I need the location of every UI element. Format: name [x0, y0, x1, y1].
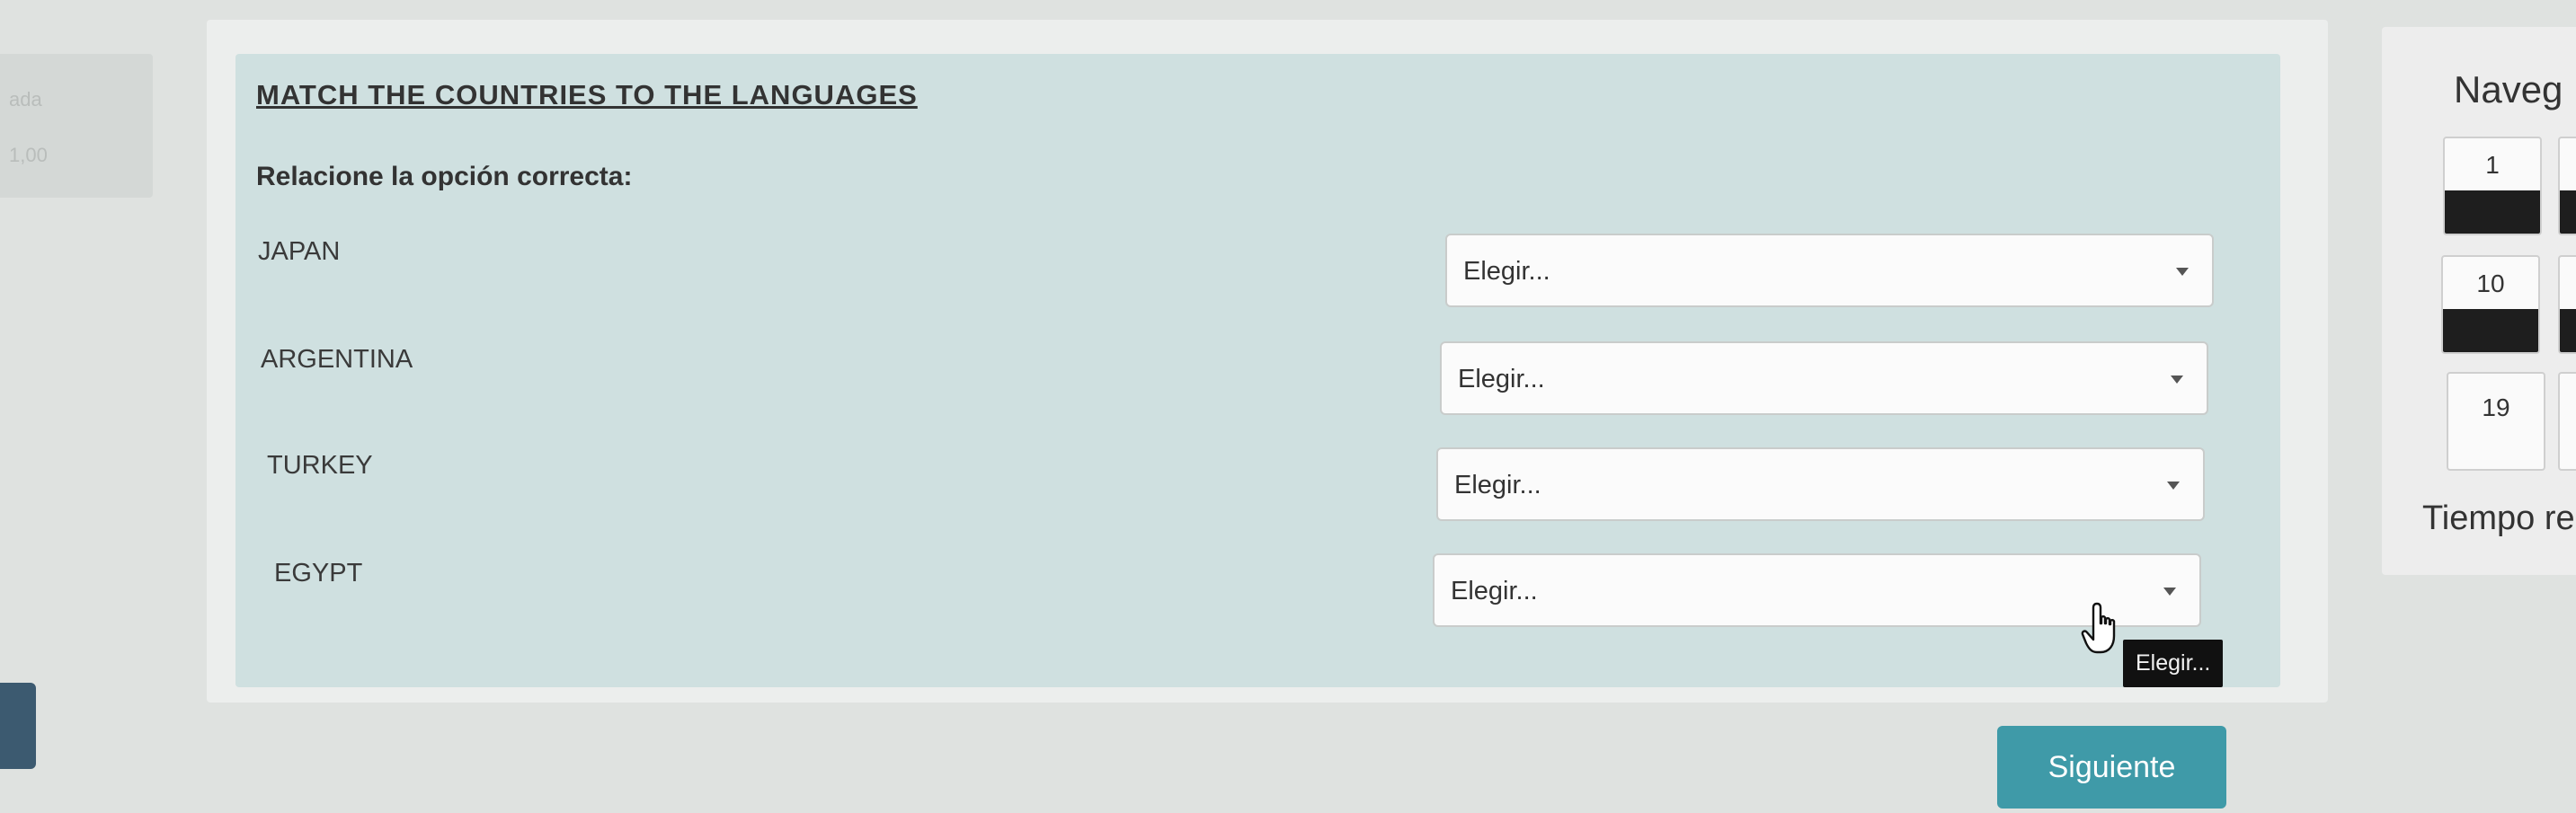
select-value: Elegir...: [1451, 577, 1538, 605]
answered-state-bar: [2560, 190, 2576, 234]
question-instruction: Relacione la opción correcta:: [256, 162, 633, 191]
nav-question-number: 1: [2485, 151, 2500, 179]
caret-down-icon: [2171, 376, 2183, 384]
nav-question-10[interactable]: 10: [2441, 255, 2540, 354]
match-select-turkey[interactable]: Elegir...: [1436, 447, 2205, 521]
caret-down-icon: [2176, 268, 2189, 276]
answered-state-bar: [2560, 309, 2576, 352]
select-tooltip: Elegir...: [2123, 640, 2224, 687]
quiz-navigation-title: Naveg: [2454, 68, 2563, 110]
caret-down-icon: [2167, 482, 2180, 490]
nav-question-number: 19: [2482, 393, 2510, 421]
nav-question-partial[interactable]: [2558, 372, 2576, 471]
select-value: Elegir...: [1454, 471, 1541, 499]
quiz-info-line: 1,00: [9, 144, 48, 166]
answered-state-bar: [2443, 309, 2538, 352]
match-select-argentina[interactable]: Elegir...: [1440, 341, 2208, 415]
caret-down-icon: [2163, 588, 2176, 596]
match-select-japan[interactable]: Elegir...: [1445, 234, 2214, 307]
nav-question-1[interactable]: 1: [2443, 137, 2542, 235]
nav-question-19[interactable]: 19: [2447, 372, 2545, 471]
quiz-info-block: ada 1,00: [0, 54, 153, 198]
time-remaining-label: Tiempo re: [2422, 499, 2575, 537]
match-label-argentina: ARGENTINA: [261, 345, 413, 374]
match-label-egypt: EGYPT: [274, 559, 363, 588]
nav-question-number: 10: [2476, 270, 2505, 297]
quiz-info-line: ada: [9, 88, 42, 110]
answered-state-bar: [2445, 190, 2540, 234]
nav-question-partial[interactable]: [2558, 255, 2576, 354]
question-title: MATCH THE COUNTRIES TO THE LANGUAGES: [256, 79, 918, 110]
side-drawer-toggle[interactable]: [0, 683, 36, 769]
next-page-button[interactable]: Siguiente: [1997, 726, 2226, 809]
select-value: Elegir...: [1458, 365, 1545, 393]
nav-question-partial[interactable]: [2558, 137, 2576, 235]
hand-pointer-icon: [2081, 602, 2116, 654]
match-label-turkey: TURKEY: [267, 451, 373, 480]
match-label-japan: JAPAN: [258, 237, 341, 266]
select-value: Elegir...: [1463, 257, 1550, 286]
